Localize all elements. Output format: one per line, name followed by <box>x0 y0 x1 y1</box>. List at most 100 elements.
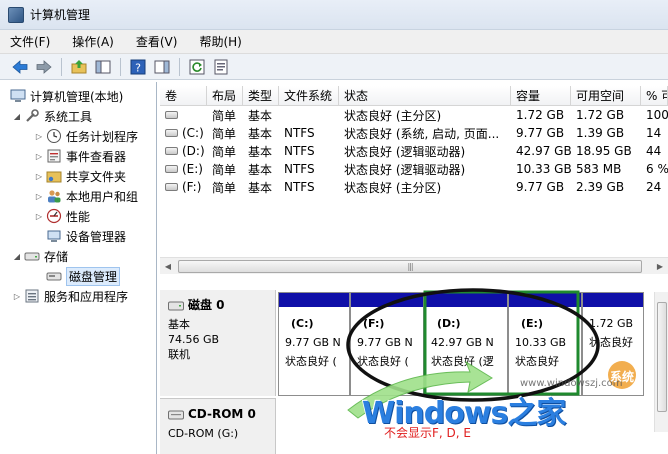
forward-arrow-icon[interactable] <box>34 57 54 77</box>
back-arrow-icon[interactable] <box>10 57 30 77</box>
help-icon[interactable]: ? <box>128 57 148 77</box>
disk-0-name: 磁盘 0 <box>188 298 225 312</box>
tree-item-performance[interactable]: ▷ 性能 <box>0 206 156 226</box>
tree-item-disk-management[interactable]: 磁盘管理 <box>0 266 156 286</box>
cdrom-0-label[interactable]: CD-ROM 0 CD-ROM (G:) <box>160 398 276 454</box>
disk-view-scrollbar[interactable] <box>654 292 668 432</box>
tree-item-event-viewer[interactable]: ▷ 事件查看器 <box>0 146 156 166</box>
cdrom-0-name: CD-ROM 0 <box>188 407 256 421</box>
disk-management-icon <box>46 268 62 284</box>
drive-icon <box>165 129 178 137</box>
table-row[interactable]: 简单 基本 状态良好 (主分区) 1.72 GB 1.72 GB 100 <box>160 106 668 124</box>
scrollbar-thumb[interactable] <box>657 302 667 412</box>
expand-arrow-icon[interactable]: ▷ <box>34 212 44 221</box>
menu-bar: 文件(F) 操作(A) 查看(V) 帮助(H) <box>0 30 668 54</box>
tree-item-computer-management[interactable]: 计算机管理(本地) <box>0 86 156 106</box>
show-hide-tree-icon[interactable] <box>93 57 113 77</box>
system-tools-icon <box>24 108 40 124</box>
volume-list-scrollbar[interactable]: ◀ ||| ▶ <box>160 257 668 274</box>
tree-item-system-tools[interactable]: ◢ 系统工具 <box>0 106 156 126</box>
disk-0-size: 74.56 GB <box>168 333 220 346</box>
computer-management-icon <box>8 6 24 23</box>
expand-arrow-icon[interactable]: ▷ <box>34 172 44 181</box>
toolbar: ? <box>0 54 668 80</box>
annotation-note: 不会显示F, D, E <box>384 426 471 440</box>
column-header-file-system[interactable]: 文件系统 <box>279 86 339 105</box>
partition-c[interactable]: (C:) 9.77 GB N 状态良好 ( <box>278 292 350 396</box>
tree-item-task-scheduler[interactable]: ▷ 任务计划程序 <box>0 126 156 146</box>
menu-view[interactable]: 查看(V) <box>136 33 178 50</box>
volume-list: 卷 布局 类型 文件系统 状态 容量 可用空间 % 可 简单 基本 状态良好 (… <box>160 86 668 276</box>
drive-icon <box>165 165 178 173</box>
scrollbar-thumb[interactable]: ||| <box>178 260 642 273</box>
partition-bar <box>279 293 349 307</box>
up-folder-icon[interactable] <box>69 57 89 77</box>
scroll-left-icon[interactable]: ◀ <box>160 262 176 271</box>
expand-arrow-icon[interactable]: ▷ <box>34 192 44 201</box>
volume-list-header: 卷 布局 类型 文件系统 状态 容量 可用空间 % 可 <box>160 86 668 106</box>
tree-item-device-manager[interactable]: 设备管理器 <box>0 226 156 246</box>
menu-action[interactable]: 操作(A) <box>72 33 114 50</box>
event-viewer-icon <box>46 148 62 164</box>
title-bar: 计算机管理 <box>0 0 668 30</box>
column-header-capacity[interactable]: 容量 <box>511 86 571 105</box>
partition-bar <box>509 293 581 307</box>
column-header-layout[interactable]: 布局 <box>207 86 243 105</box>
collapse-arrow-icon[interactable]: ◢ <box>12 112 22 121</box>
performance-icon <box>46 208 62 224</box>
toolbar-separator <box>179 57 180 76</box>
toolbar-separator <box>120 57 121 76</box>
cdrom-icon <box>168 410 184 419</box>
column-header-volume[interactable]: 卷 <box>160 86 207 105</box>
collapse-arrow-icon[interactable]: ◢ <box>12 252 22 261</box>
partition-bar <box>425 293 507 307</box>
window-title: 计算机管理 <box>30 8 91 22</box>
partition-f[interactable]: (F:) 9.77 GB N 状态良好 ( <box>350 292 424 396</box>
disk-0-status: 联机 <box>168 348 190 361</box>
table-row[interactable]: (F:) 简单 基本 NTFS 状态良好 (主分区) 9.77 GB 2.39 … <box>160 178 668 196</box>
menu-help[interactable]: 帮助(H) <box>199 33 241 50</box>
local-users-icon <box>46 188 62 204</box>
navigation-tree: 计算机管理(本地) ◢ 系统工具 ▷ 任务计划程序 ▷ 事件查看器 ▷ 共享文件… <box>0 82 157 454</box>
storage-icon <box>24 248 40 264</box>
disk-0-label[interactable]: 磁盘 0 基本 74.56 GB 联机 <box>160 290 276 396</box>
shared-folders-icon <box>46 168 62 184</box>
toolbar-separator <box>61 57 62 76</box>
table-row[interactable]: (C:) 简单 基本 NTFS 状态良好 (系统, 启动, 页面... 9.77… <box>160 124 668 142</box>
cdrom-0-drive: CD-ROM (G:) <box>168 427 239 440</box>
expand-arrow-icon[interactable]: ▷ <box>12 292 22 301</box>
drive-icon <box>165 111 178 119</box>
grip-icon: ||| <box>407 262 413 271</box>
column-header-free-space[interactable]: 可用空间 <box>571 86 641 105</box>
tree-item-services-apps[interactable]: ▷ 服务和应用程序 <box>0 286 156 306</box>
table-row[interactable]: (D:) 简单 基本 NTFS 状态良好 (逻辑驱动器) 42.97 GB 18… <box>160 142 668 160</box>
column-header-percent-free[interactable]: % 可 <box>641 86 668 105</box>
partition-bar <box>583 293 643 307</box>
partition-d[interactable]: (D:) 42.97 GB N 状态良好 (逻 <box>424 292 508 396</box>
partition-bar <box>351 293 423 307</box>
drive-icon <box>165 147 178 155</box>
drive-icon <box>165 183 178 191</box>
watermark-site: www.windowszj.com <box>520 378 623 389</box>
disk-0-type: 基本 <box>168 318 190 331</box>
task-scheduler-icon <box>46 128 62 144</box>
watermark-badge: 系统 <box>610 370 635 384</box>
disk-icon <box>168 301 184 310</box>
expand-arrow-icon[interactable]: ▷ <box>34 152 44 161</box>
column-header-type[interactable]: 类型 <box>243 86 279 105</box>
properties-icon[interactable] <box>211 57 231 77</box>
tree-item-storage[interactable]: ◢ 存储 <box>0 246 156 266</box>
tree-item-local-users[interactable]: ▷ 本地用户和组 <box>0 186 156 206</box>
computer-management-icon <box>10 88 26 104</box>
menu-file[interactable]: 文件(F) <box>10 33 50 50</box>
refresh-icon[interactable] <box>187 57 207 77</box>
device-manager-icon <box>46 228 62 244</box>
table-row[interactable]: (E:) 简单 基本 NTFS 状态良好 (逻辑驱动器) 10.33 GB 58… <box>160 160 668 178</box>
tree-item-shared-folders[interactable]: ▷ 共享文件夹 <box>0 166 156 186</box>
expand-arrow-icon[interactable]: ▷ <box>34 132 44 141</box>
services-apps-icon <box>24 288 40 304</box>
scroll-right-icon[interactable]: ▶ <box>652 262 668 271</box>
show-hide-action-pane-icon[interactable] <box>152 57 172 77</box>
svg-text:?: ? <box>135 61 141 74</box>
column-header-status[interactable]: 状态 <box>339 86 511 105</box>
